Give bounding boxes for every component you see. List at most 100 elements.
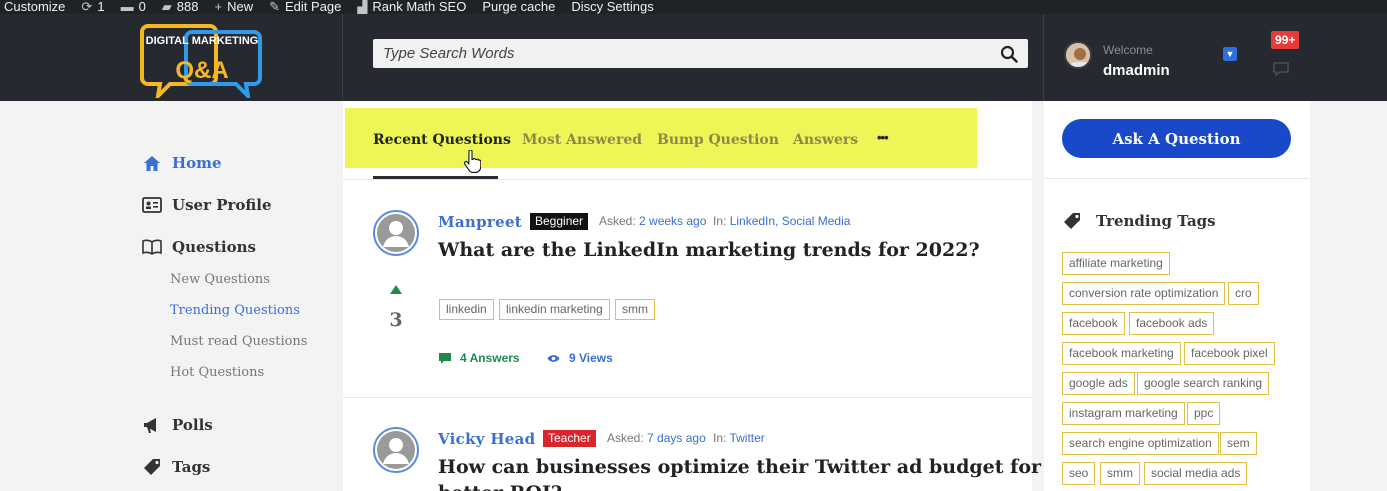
trending-tag[interactable]: facebook pixel — [1184, 342, 1275, 365]
author-avatar[interactable] — [373, 427, 419, 473]
nav-home[interactable]: Home — [142, 153, 222, 173]
trending-tag[interactable]: smm — [1100, 462, 1140, 485]
tab-more-button[interactable]: ••• — [877, 130, 889, 145]
trending-tag[interactable]: affiliate marketing — [1062, 252, 1170, 275]
trending-tag[interactable]: facebook ads — [1129, 312, 1215, 335]
nav-tags[interactable]: Tags — [142, 457, 210, 477]
book-icon — [142, 237, 162, 257]
chevron-down-icon: ▼ — [1225, 49, 1235, 59]
tab-recent-questions[interactable]: Recent Questions — [373, 132, 511, 148]
in-label: In: — [713, 214, 727, 228]
question-author[interactable]: Vicky Head — [438, 430, 535, 448]
user-dropdown-button[interactable]: ▼ — [1223, 47, 1237, 61]
nav-polls[interactable]: Polls — [142, 415, 213, 435]
edit-page-label: Edit Page — [285, 0, 342, 14]
answers-count-link[interactable]: 4 Answers — [439, 351, 520, 365]
comments-count: 0 — [138, 0, 146, 14]
purge-cache-link[interactable]: Purge cache — [482, 0, 555, 14]
trending-tag[interactable]: instagram marketing — [1062, 402, 1185, 425]
question-tag[interactable]: linkedin — [439, 299, 494, 320]
asked-label: Asked: — [607, 431, 644, 445]
nav-new-questions[interactable]: New Questions — [170, 272, 270, 287]
trending-tag[interactable]: cro — [1228, 282, 1259, 305]
question-asked-meta: Asked: 7 days ago — [607, 431, 706, 445]
notification-badge[interactable]: 99+ — [1271, 31, 1300, 49]
nav-questions[interactable]: Questions — [142, 237, 256, 257]
question-tag[interactable]: smm — [615, 299, 655, 320]
vote-count: 3 — [389, 309, 403, 331]
category-link[interactable]: LinkedIn, Social Media — [730, 214, 851, 228]
main-content: Recent Questions Most Answered Bump Ques… — [343, 101, 1041, 491]
plus-icon: + — [214, 0, 223, 14]
search-input[interactable] — [383, 45, 1000, 62]
discy-settings-link[interactable]: Discy Settings — [571, 0, 653, 14]
pencil-icon: ✎ — [269, 0, 281, 14]
trending-tags-heading: Trending Tags — [1062, 212, 1216, 230]
customize-link[interactable]: Customize — [4, 0, 65, 14]
comment-icon: ▬ — [120, 0, 134, 14]
comments-link[interactable]: ▬ 0 — [121, 0, 146, 14]
trending-tag[interactable]: ppc — [1187, 402, 1221, 425]
tag-icon — [1064, 213, 1080, 229]
nav-must-read-questions[interactable]: Must read Questions — [170, 334, 307, 349]
header-divider — [342, 14, 343, 101]
right-sidebar: Ask A Question Trending Tags affiliate m… — [1044, 101, 1310, 491]
vote-up-button[interactable] — [390, 285, 402, 294]
nav-hot-questions[interactable]: Hot Questions — [170, 365, 264, 380]
asked-time-link[interactable]: 2 weeks ago — [639, 214, 706, 228]
question-category-meta: In: LinkedIn, Social Media — [713, 214, 850, 228]
trending-tag[interactable]: conversion rate optimization — [1062, 282, 1226, 305]
category-link[interactable]: Twitter — [729, 431, 764, 445]
trending-tag[interactable]: facebook — [1062, 312, 1125, 335]
question-title-continued[interactable]: better ROI? — [438, 480, 1018, 491]
trending-tag[interactable]: facebook marketing — [1062, 342, 1181, 365]
site-logo[interactable]: DIGITAL MARKETING Q&A — [140, 20, 264, 98]
edit-page-link[interactable]: ✎ Edit Page — [269, 0, 341, 14]
eye-icon — [547, 354, 560, 362]
nav-user-profile[interactable]: User Profile — [142, 195, 272, 215]
user-avatar[interactable] — [1064, 41, 1092, 69]
asked-time-link[interactable]: 7 days ago — [647, 431, 706, 445]
question-asked-meta: Asked: 2 weeks ago — [599, 214, 706, 228]
user-silhouette-icon — [377, 214, 415, 252]
question-title[interactable]: How can businesses optimize their Twitte… — [438, 454, 1041, 480]
updates-count: 1 — [97, 0, 105, 14]
trending-tag[interactable]: seo — [1062, 462, 1096, 485]
ask-question-button[interactable]: Ask A Question — [1062, 119, 1291, 158]
trending-tag[interactable]: google search ranking — [1137, 372, 1270, 395]
tab-answers[interactable]: Answers — [793, 132, 858, 148]
tag-icon — [142, 457, 162, 477]
tabs-divider — [343, 179, 1032, 180]
refresh-icon: ⟳ — [81, 0, 93, 14]
trending-tag[interactable]: google ads — [1062, 372, 1135, 395]
customize-label: Customize — [4, 0, 66, 14]
tab-most-answered[interactable]: Most Answered — [522, 132, 642, 148]
hand-cursor-icon — [464, 150, 481, 173]
trending-tag[interactable]: search engine optimization — [1062, 432, 1219, 455]
question-category-meta: In: Twitter — [713, 431, 765, 445]
rank-math-link[interactable]: ▟ Rank Math SEO — [357, 0, 466, 14]
updates-link[interactable]: ⟳ 1 — [81, 0, 104, 14]
search-icon[interactable] — [1000, 45, 1018, 63]
notification-icon[interactable] — [1272, 60, 1290, 76]
views-count: 9 Views — [547, 351, 613, 365]
trending-tag[interactable]: sem — [1220, 432, 1257, 455]
pending-link[interactable]: ▰ 888 — [162, 0, 199, 14]
question-author[interactable]: Manpreet — [438, 213, 522, 231]
author-avatar[interactable] — [373, 210, 419, 256]
id-card-icon — [142, 195, 162, 215]
new-link[interactable]: + New — [215, 0, 254, 14]
question-title[interactable]: What are the LinkedIn marketing trends f… — [438, 237, 1018, 263]
tab-bump-question[interactable]: Bump Question — [657, 132, 779, 148]
trending-tags-title: Trending Tags — [1096, 212, 1216, 230]
nav-tags-label: Tags — [172, 458, 211, 476]
megaphone-icon — [142, 415, 162, 435]
nav-polls-label: Polls — [172, 416, 213, 434]
discy-settings-label: Discy Settings — [571, 0, 654, 14]
logo-text: DIGITAL MARKETING — [146, 35, 259, 47]
username[interactable]: dmadmin — [1103, 62, 1170, 79]
question-tag[interactable]: linkedin marketing — [499, 299, 610, 320]
nav-trending-questions[interactable]: Trending Questions — [170, 303, 300, 318]
asked-label: Asked: — [599, 214, 636, 228]
trending-tag[interactable]: social media ads — [1144, 462, 1248, 485]
